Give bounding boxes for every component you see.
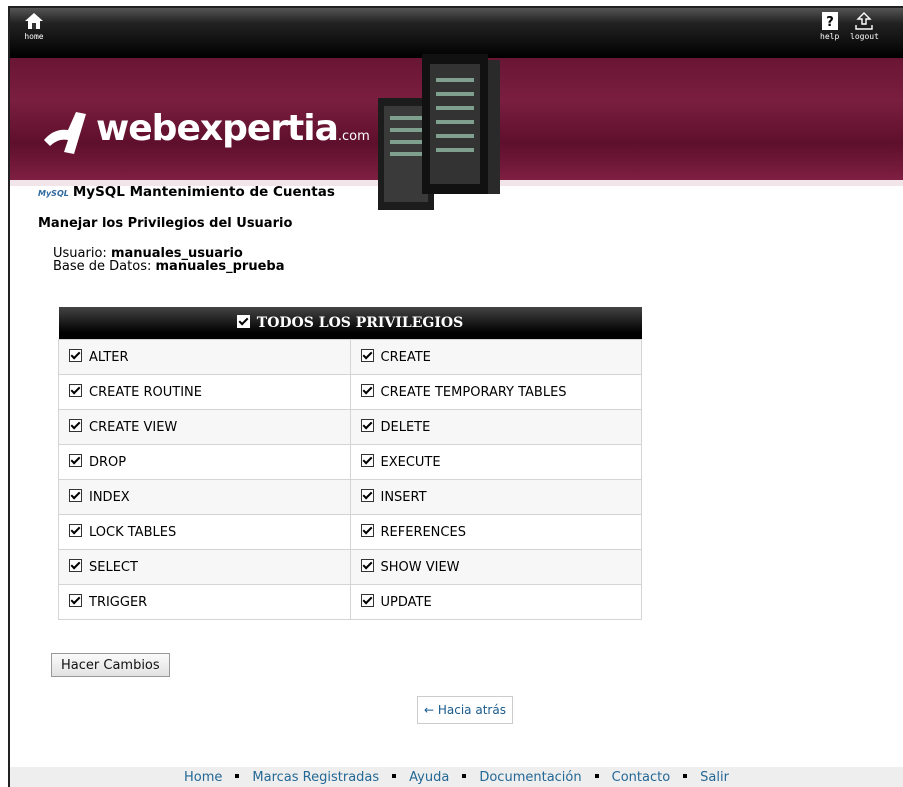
svg-text:?: ?: [826, 15, 834, 30]
privilege-cell[interactable]: INSERT: [349, 479, 642, 515]
footer-separator: [392, 774, 397, 778]
privilege-checkbox[interactable]: [360, 489, 374, 502]
privilege-cell[interactable]: DELETE: [349, 409, 642, 445]
privilege-checkbox[interactable]: [69, 559, 82, 572]
privilege-cell[interactable]: TRIGGER: [58, 584, 351, 620]
footer-separator: [594, 774, 599, 778]
footer-separator: [462, 774, 467, 778]
privilege-checkbox[interactable]: [360, 559, 374, 572]
privilege-cell[interactable]: DROP: [58, 444, 351, 480]
help-icon: ?: [821, 12, 838, 30]
privilege-cell[interactable]: CREATE: [349, 339, 642, 375]
table-row: CREATE ROUTINE CREATE TEMPORARY TABLES: [58, 374, 642, 410]
footer-link-trademarks[interactable]: Marcas Registradas: [252, 770, 379, 785]
app-title-text: MySQL Mantenimiento de Cuentas: [72, 184, 335, 200]
privilege-label: CREATE ROUTINE: [89, 385, 202, 400]
save-changes-button[interactable]: Hacer Cambios: [51, 653, 170, 677]
privilege-checkbox[interactable]: [69, 454, 82, 467]
table-row: SELECT SHOW VIEW: [58, 549, 642, 585]
privilege-checkbox[interactable]: [360, 454, 374, 467]
privilege-cell[interactable]: REFERENCES: [349, 514, 642, 550]
privilege-label: CREATE TEMPORARY TABLES: [380, 385, 567, 400]
privilege-cell[interactable]: ALTER: [58, 339, 351, 375]
logout-label: logout: [850, 32, 879, 41]
footer-separator: [235, 774, 240, 778]
logout-icon: [855, 12, 874, 30]
footer-separator: [683, 774, 688, 778]
privilege-label: INDEX: [89, 490, 130, 505]
privilege-label: ALTER: [89, 350, 129, 365]
privilege-checkbox[interactable]: [360, 419, 374, 432]
all-privileges-header[interactable]: TODOS LOS PRIVILEGIOS: [58, 307, 642, 340]
privilege-cell[interactable]: LOCK TABLES: [58, 514, 351, 550]
home-label: home: [24, 32, 44, 41]
privilege-label: SHOW VIEW: [380, 560, 460, 575]
footer-link-docs[interactable]: Documentación: [479, 770, 581, 785]
privilege-label: UPDATE: [380, 595, 432, 610]
privilege-checkbox[interactable]: [360, 524, 374, 537]
privilege-checkbox[interactable]: [69, 524, 82, 537]
brand-logo-text: webexpertia: [96, 108, 339, 149]
table-row: ALTER CREATE: [58, 339, 642, 375]
privilege-label: INSERT: [380, 490, 427, 505]
privilege-cell[interactable]: UPDATE: [349, 584, 642, 620]
brand-logo: webexpertia.com: [96, 108, 370, 149]
help-label: help: [820, 32, 840, 41]
privilege-cell[interactable]: SHOW VIEW: [349, 549, 642, 585]
privilege-checkbox[interactable]: [69, 349, 82, 362]
table-row: LOCK TABLES REFERENCES: [58, 514, 642, 550]
privilege-cell[interactable]: CREATE TEMPORARY TABLES: [349, 374, 642, 410]
db-label: Base de Datos:: [53, 259, 152, 274]
webexpertia-logo-icon: [44, 112, 86, 154]
page-frame: home ? help logout webexpertia.com MySQL…: [8, 6, 903, 787]
privilege-label: TRIGGER: [89, 595, 148, 610]
table-row: DROP EXECUTE: [58, 444, 642, 480]
help-button[interactable]: ? help: [820, 12, 839, 41]
privileges-table: TODOS LOS PRIVILEGIOS ALTER CREATE CREAT…: [58, 307, 642, 620]
all-privileges-label: TODOS LOS PRIVILEGIOS: [256, 315, 464, 331]
privilege-label: SELECT: [89, 560, 138, 575]
home-button[interactable]: home: [24, 12, 44, 41]
privilege-label: EXECUTE: [380, 455, 441, 470]
footer-link-contact[interactable]: Contacto: [612, 770, 671, 785]
table-row: INDEX INSERT: [58, 479, 642, 515]
privilege-cell[interactable]: CREATE ROUTINE: [58, 374, 351, 410]
privilege-checkbox[interactable]: [69, 384, 82, 397]
privilege-label: LOCK TABLES: [89, 525, 177, 540]
privilege-cell[interactable]: INDEX: [58, 479, 351, 515]
privilege-label: CREATE VIEW: [89, 420, 178, 435]
privilege-cell[interactable]: SELECT: [58, 549, 351, 585]
table-row: CREATE VIEW DELETE: [58, 409, 642, 445]
db-value: manuales_prueba: [155, 259, 285, 274]
privilege-checkbox[interactable]: [69, 419, 82, 432]
privilege-label: CREATE: [380, 350, 431, 365]
footer-link-help[interactable]: Ayuda: [409, 770, 449, 785]
footer-link-home[interactable]: Home: [184, 770, 222, 785]
privilege-cell[interactable]: EXECUTE: [349, 444, 642, 480]
privilege-label: REFERENCES: [380, 525, 466, 540]
section-title: Manejar los Privilegios del Usuario: [38, 216, 293, 231]
privilege-checkbox[interactable]: [360, 384, 374, 397]
footer-nav: Home Marcas Registradas Ayuda Documentación…: [10, 767, 903, 787]
servers-illustration-icon: [378, 54, 500, 210]
home-icon: [25, 13, 43, 29]
privilege-cell[interactable]: CREATE VIEW: [58, 409, 351, 445]
account-info: Usuario: manuales_usuario Base de Datos:…: [53, 247, 284, 273]
privilege-label: DELETE: [380, 420, 431, 435]
privilege-checkbox[interactable]: [69, 489, 82, 502]
privilege-checkbox[interactable]: [69, 594, 82, 607]
all-privileges-checkbox[interactable]: [236, 315, 250, 328]
mysql-logo-icon: MySQL: [38, 189, 69, 198]
privilege-checkbox[interactable]: [360, 594, 374, 607]
table-row: TRIGGER UPDATE: [58, 584, 642, 620]
db-line: Base de Datos: manuales_prueba: [53, 260, 284, 273]
back-link[interactable]: ← Hacia atrás: [417, 696, 513, 724]
app-title: MySQL MySQL Mantenimiento de Cuentas: [38, 184, 335, 200]
footer-link-logout[interactable]: Salir: [700, 770, 729, 785]
privilege-label: DROP: [89, 455, 127, 470]
privilege-checkbox[interactable]: [360, 349, 374, 362]
logout-button[interactable]: logout: [850, 12, 879, 41]
